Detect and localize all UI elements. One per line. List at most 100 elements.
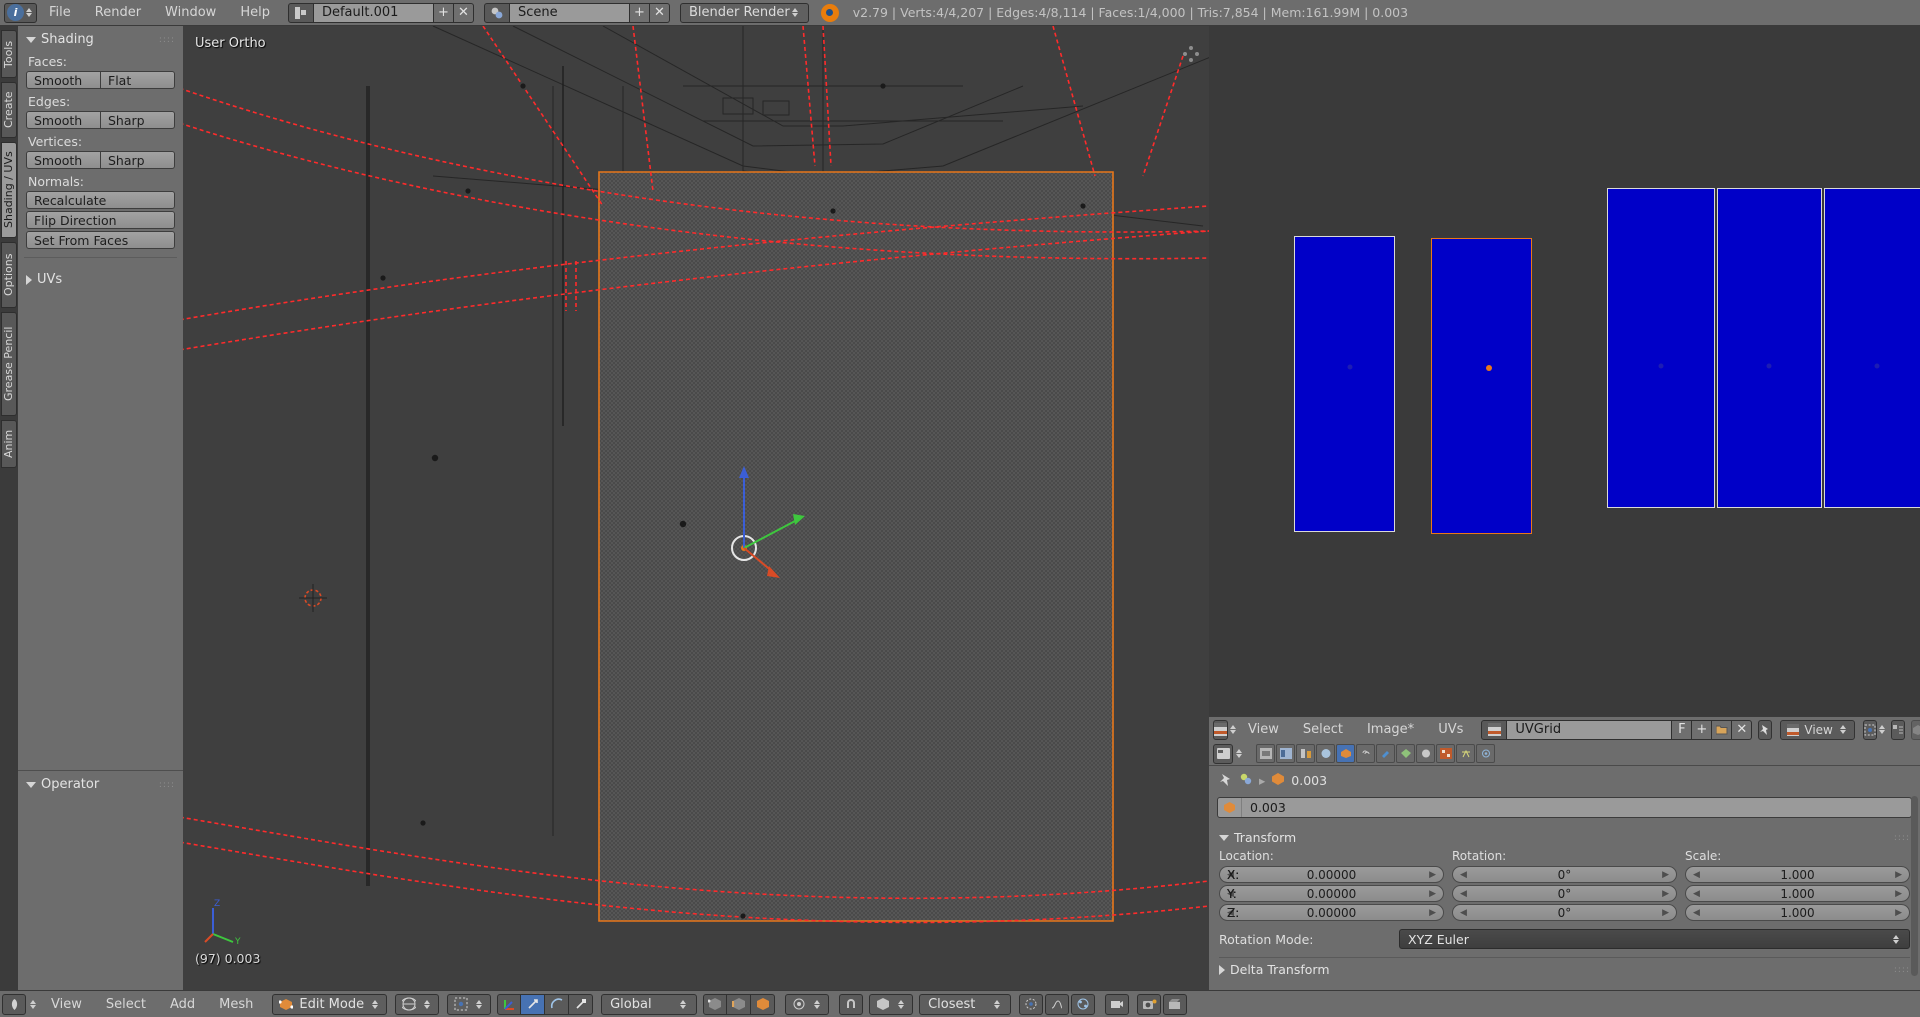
image-name-field[interactable]: UVGrid — [1507, 719, 1673, 740]
increment-arrow-icon[interactable]: ▶ — [1662, 908, 1669, 918]
limit-selection-visible-dropdown[interactable] — [785, 993, 830, 1015]
viewport-menu-view[interactable]: View — [40, 991, 93, 1017]
decrement-arrow-icon[interactable]: ◀ — [1460, 870, 1467, 880]
image-datablock-icon[interactable] — [1481, 719, 1508, 740]
uv-editor-type-icon[interactable] — [1213, 719, 1228, 740]
new-image-button[interactable]: + — [1692, 719, 1713, 740]
scene-breadcrumb-icon[interactable] — [1239, 772, 1253, 789]
select-edge-mode-icon[interactable] — [727, 993, 752, 1015]
uv-menu-uvs[interactable]: UVs — [1426, 717, 1475, 743]
menu-render[interactable]: Render — [83, 0, 153, 26]
transform-orientation-dropdown[interactable]: Global — [601, 993, 698, 1015]
viewport-menu-mesh[interactable]: Mesh — [208, 991, 264, 1017]
material-tab-icon[interactable] — [1416, 744, 1435, 763]
3d-viewport[interactable]: User Ortho (97) 0.003 Z Y — [183, 26, 1209, 990]
increment-arrow-icon[interactable]: ▶ — [1662, 870, 1669, 880]
screen-layout-add-button[interactable]: + — [433, 2, 454, 23]
viewport-shading-dropdown[interactable] — [395, 993, 440, 1015]
render-animation-icon[interactable] — [1163, 993, 1188, 1015]
increment-arrow-icon[interactable]: ▶ — [1895, 908, 1902, 918]
sidebar-item-create[interactable]: Create — [1, 82, 17, 138]
data-tab-icon[interactable] — [1396, 744, 1415, 763]
uv-island[interactable] — [1431, 238, 1532, 534]
increment-arrow-icon[interactable]: ▶ — [1895, 889, 1902, 899]
screen-layout-name[interactable]: Default.001 — [313, 2, 434, 23]
occlude-geometry-icon[interactable] — [1071, 993, 1096, 1015]
open-image-button[interactable] — [1712, 719, 1733, 740]
pin-id-icon[interactable] — [1219, 772, 1233, 789]
location-z-field[interactable]: ◀ Z: 0.00000 ▶ — [1219, 904, 1444, 921]
scene-add-button[interactable]: + — [629, 2, 650, 23]
decrement-arrow-icon[interactable]: ◀ — [1460, 889, 1467, 899]
menu-window[interactable]: Window — [153, 0, 228, 26]
uv-island[interactable] — [1294, 236, 1395, 532]
render-image-icon[interactable] — [1137, 993, 1162, 1015]
edges-smooth-button[interactable]: Smooth — [26, 111, 101, 129]
uv-sync-selection-icon[interactable] — [1890, 719, 1905, 740]
screen-layout-delete-button[interactable]: ✕ — [453, 2, 474, 23]
location-x-field[interactable]: ◀ X: 0.00000 ▶ — [1219, 866, 1444, 883]
scale-z-field[interactable]: ◀ Z: 1.000 ▶ — [1227, 904, 1910, 921]
translate-manipulator-icon[interactable] — [521, 993, 546, 1015]
uv-island[interactable] — [1824, 188, 1920, 508]
snap-target-dropdown[interactable]: Closest — [919, 993, 1012, 1015]
viewport-editor-type-chevron-icon[interactable] — [30, 999, 38, 1009]
sidebar-item-anim[interactable]: Anim — [1, 420, 17, 468]
faces-smooth-button[interactable]: Smooth — [26, 71, 101, 89]
shading-panel-header[interactable]: Shading :::: — [18, 26, 183, 51]
faces-flat-button[interactable]: Flat — [101, 71, 175, 89]
viewport-editor-type-icon[interactable] — [2, 993, 26, 1015]
edges-sharp-button[interactable]: Sharp — [101, 111, 175, 129]
set-from-faces-button[interactable]: Set From Faces — [26, 231, 175, 249]
viewport-menu-select[interactable]: Select — [95, 991, 157, 1017]
rotation-x-field[interactable]: ◀ X: 0° ▶ — [1227, 866, 1677, 883]
sidebar-item-grease-pencil[interactable]: Grease Pencil — [1, 312, 17, 416]
scale-x-field[interactable]: ◀ X: 1.000 ▶ — [1227, 866, 1910, 883]
properties-editor-chevron-icon[interactable] — [1236, 749, 1244, 758]
rotation-mode-dropdown[interactable]: XYZ Euler — [1399, 929, 1910, 949]
flip-direction-button[interactable]: Flip Direction — [26, 211, 175, 229]
operator-panel-header[interactable]: Operator :::: — [18, 771, 183, 796]
select-face-mode-icon[interactable] — [751, 993, 776, 1015]
info-editor-type-selector[interactable]: i — [4, 2, 37, 23]
snap-element-dropdown[interactable] — [869, 993, 914, 1015]
screen-layout-icon[interactable] — [287, 2, 314, 23]
fake-user-button[interactable]: F — [1672, 719, 1693, 740]
increment-arrow-icon[interactable]: ▶ — [1895, 870, 1902, 880]
scene-name[interactable]: Scene — [509, 2, 630, 23]
viewport-nav-gizmo-icon[interactable] — [1183, 46, 1199, 62]
increment-arrow-icon[interactable]: ▶ — [1429, 889, 1436, 899]
location-y-field[interactable]: ◀ Y: 0.00000 ▶ — [1219, 885, 1444, 902]
rotate-manipulator-icon[interactable] — [545, 993, 570, 1015]
proportional-edit-icon[interactable] — [1019, 993, 1044, 1015]
increment-arrow-icon[interactable]: ▶ — [1429, 908, 1436, 918]
scene-delete-button[interactable]: ✕ — [649, 2, 670, 23]
menu-file[interactable]: File — [37, 0, 83, 26]
rotation-z-field[interactable]: ◀ Z: 0° ▶ — [1227, 904, 1677, 921]
vertices-smooth-button[interactable]: Smooth — [26, 151, 101, 169]
proportional-falloff-icon[interactable] — [1045, 993, 1070, 1015]
snap-magnet-icon[interactable] — [839, 993, 864, 1015]
object-name-field[interactable]: 0.003 — [1217, 797, 1912, 818]
physics-tab-icon[interactable] — [1476, 744, 1495, 763]
uv-display-mode-dropdown[interactable]: View — [1780, 719, 1855, 740]
increment-arrow-icon[interactable]: ▶ — [1429, 870, 1436, 880]
uv-pivot-icon[interactable] — [1862, 719, 1877, 740]
recalculate-normals-button[interactable]: Recalculate — [26, 191, 175, 209]
decrement-arrow-icon[interactable]: ◀ — [1460, 908, 1467, 918]
editor-type-spinner-icon[interactable] — [26, 8, 34, 17]
pivot-point-dropdown[interactable] — [447, 993, 492, 1015]
menu-help[interactable]: Help — [228, 0, 282, 26]
decrement-arrow-icon[interactable]: ◀ — [1693, 908, 1700, 918]
interaction-mode-dropdown[interactable]: Edit Mode — [272, 993, 388, 1015]
uv-menu-select[interactable]: Select — [1291, 717, 1355, 743]
scene-tab-icon[interactable] — [1296, 744, 1315, 763]
uv-editor-canvas[interactable] — [1209, 26, 1920, 716]
constraints-tab-icon[interactable] — [1356, 744, 1375, 763]
select-vertex-mode-icon[interactable] — [703, 993, 728, 1015]
rotation-y-field[interactable]: ◀ Y: 0° ▶ — [1227, 885, 1677, 902]
pin-icon[interactable] — [1758, 719, 1773, 740]
scene-icon[interactable] — [483, 2, 510, 23]
render-layers-tab-icon[interactable] — [1276, 744, 1295, 763]
particles-tab-icon[interactable] — [1456, 744, 1475, 763]
